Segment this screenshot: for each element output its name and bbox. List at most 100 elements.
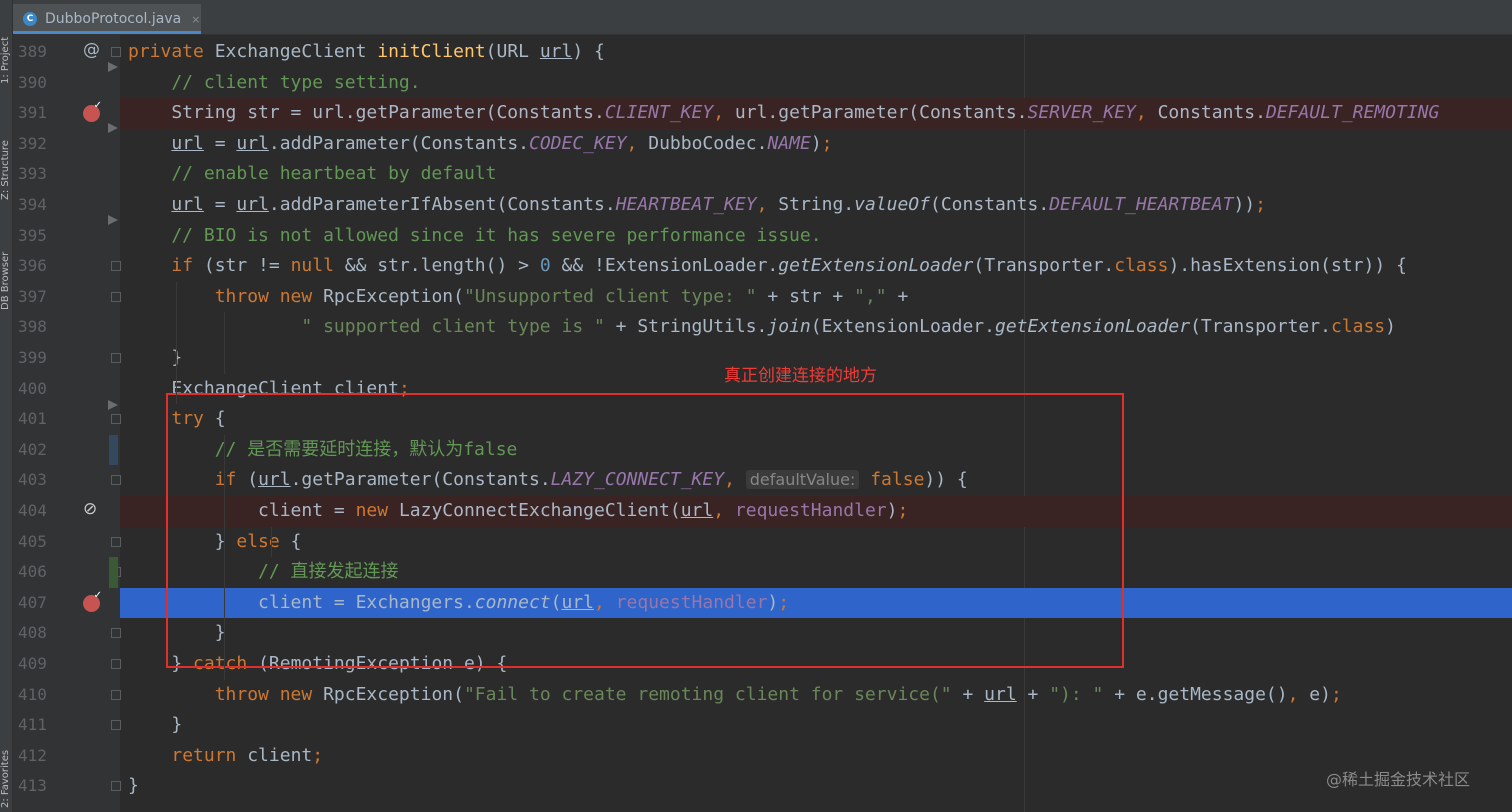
code-token: join xyxy=(767,316,811,338)
code-token: NAME xyxy=(767,132,811,154)
line-number: 389 xyxy=(18,42,47,61)
code-token: return xyxy=(171,744,248,766)
fold-icon[interactable] xyxy=(111,475,121,486)
code-token: + str + xyxy=(767,285,855,307)
code-line[interactable]: 397 throw new RpcException("Unsupported … xyxy=(0,282,1512,313)
code-token: if xyxy=(171,255,204,277)
line-number: 409 xyxy=(18,654,47,673)
line-number: 402 xyxy=(18,439,47,459)
code-token: url xyxy=(984,683,1017,705)
code-token: getExtensionLoader xyxy=(994,316,1191,338)
line-number: 401 xyxy=(18,409,47,429)
code-text: // client type setting. xyxy=(128,68,1512,99)
code-token: private xyxy=(128,41,215,62)
code-token: .addParameterIfAbsent(Constants. xyxy=(268,194,616,215)
code-token: = xyxy=(203,194,237,215)
file-tab[interactable]: C DubboProtocol.java × xyxy=(13,4,201,34)
code-token: initClient xyxy=(377,41,486,62)
code-token: "): " xyxy=(1049,683,1115,705)
vcs-change-marker xyxy=(109,434,118,466)
code-line[interactable]: 390 // client type setting. xyxy=(0,68,1512,99)
line-number: 391 xyxy=(18,103,47,123)
fold-icon[interactable] xyxy=(111,47,121,57)
disabled-breakpoint-icon[interactable]: ⊘ xyxy=(83,499,97,519)
editor-tab-bar: C DubboProtocol.java × xyxy=(13,0,1512,35)
code-token: throw new xyxy=(214,683,324,705)
code-line[interactable]: 389 private ExchangeClient initClient(URL… xyxy=(0,37,1512,68)
code-token: + xyxy=(897,285,909,307)
code-line[interactable]: 396 if (str != null && str.length() > 0 … xyxy=(0,251,1512,282)
fold-icon[interactable] xyxy=(111,781,121,792)
code-line[interactable]: 413} xyxy=(0,771,1512,802)
code-token: "Fail to create remoting client for serv… xyxy=(463,683,963,705)
code-token: + StringUtils. xyxy=(615,316,768,338)
code-token: " supported client type is " xyxy=(301,316,616,338)
line-number: 396 xyxy=(18,256,47,276)
line-number: 403 xyxy=(18,470,47,490)
fold-icon[interactable] xyxy=(111,353,121,363)
gutter-arrow-icon[interactable] xyxy=(108,214,118,225)
fold-icon[interactable] xyxy=(111,291,121,302)
code-token: Constants. xyxy=(1157,102,1266,124)
gutter-arrow-icon[interactable] xyxy=(108,61,118,72)
breakpoint-icon[interactable]: ✓ xyxy=(83,590,102,612)
code-line[interactable]: 392 url = url.addParameter(Constants.COD… xyxy=(0,129,1512,160)
code-token: , xyxy=(626,132,649,154)
code-line[interactable]: 412 return client; xyxy=(0,741,1512,772)
code-token: , xyxy=(1287,683,1310,705)
fold-icon[interactable] xyxy=(111,720,121,731)
active-tab-indicator xyxy=(13,31,201,34)
code-token: = xyxy=(203,132,237,154)
line-number: 392 xyxy=(18,133,47,153)
gutter-arrow-icon[interactable] xyxy=(108,399,118,410)
code-line[interactable]: 410 throw new RpcException("Fail to crea… xyxy=(0,680,1512,711)
code-token: getExtensionLoader xyxy=(778,255,974,277)
code-line[interactable]: 398 " supported client type is " + Strin… xyxy=(0,312,1512,343)
indent-guide xyxy=(224,312,225,374)
code-text: } xyxy=(128,771,1512,802)
code-line[interactable]: 411 } xyxy=(0,710,1512,741)
line-number: 407 xyxy=(18,592,47,612)
fold-icon[interactable] xyxy=(111,628,121,639)
line-number: 390 xyxy=(18,72,47,92)
code-token: , xyxy=(756,194,779,215)
code-token: + e.getMessage() xyxy=(1114,683,1288,705)
code-token: (URL xyxy=(485,41,540,62)
fold-icon[interactable] xyxy=(111,261,121,272)
code-token: RpcException( xyxy=(323,285,464,307)
fold-icon[interactable] xyxy=(111,689,121,700)
code-token: && !ExtensionLoader. xyxy=(561,255,779,277)
code-line[interactable]: 391 String str = url.getParameter(Consta… xyxy=(0,98,1512,129)
fold-icon[interactable] xyxy=(111,536,121,547)
code-token: 0 xyxy=(539,255,562,277)
code-token: (Transporter. xyxy=(973,255,1115,277)
line-number: 394 xyxy=(18,195,47,214)
fold-icon[interactable] xyxy=(111,659,121,669)
indent-guide xyxy=(176,281,177,405)
fold-icon[interactable] xyxy=(111,414,121,425)
code-token: ).hasExtension(str)) { xyxy=(1168,255,1407,277)
code-line[interactable]: 393 // enable heartbeat by default xyxy=(0,159,1512,190)
line-number: 408 xyxy=(18,623,47,643)
code-text: return client; xyxy=(128,741,1512,772)
override-marker-icon[interactable]: @ xyxy=(83,40,100,60)
code-text: // enable heartbeat by default xyxy=(128,159,1512,190)
code-token: class xyxy=(1114,255,1169,277)
code-token: url.getParameter(Constants. xyxy=(734,102,1028,124)
code-token: String. xyxy=(778,194,855,215)
gutter-arrow-icon[interactable] xyxy=(108,123,118,134)
code-token: ; xyxy=(312,744,324,766)
code-token: (ExtensionLoader. xyxy=(810,316,995,338)
code-text: if (str != null && str.length() > 0 && !… xyxy=(128,251,1512,282)
close-icon[interactable]: × xyxy=(191,13,200,26)
code-token: RpcException( xyxy=(323,683,464,705)
code-line[interactable]: 395 // BIO is not allowed since it has s… xyxy=(0,221,1512,252)
code-text: } xyxy=(128,710,1512,741)
code-line[interactable]: 394 url = url.addParameterIfAbsent(Const… xyxy=(0,190,1512,221)
vcs-change-marker xyxy=(109,557,118,588)
code-token: null xyxy=(290,255,345,277)
code-token: client xyxy=(247,744,313,766)
code-text: url = url.addParameter(Constants.CODEC_K… xyxy=(128,129,1512,160)
